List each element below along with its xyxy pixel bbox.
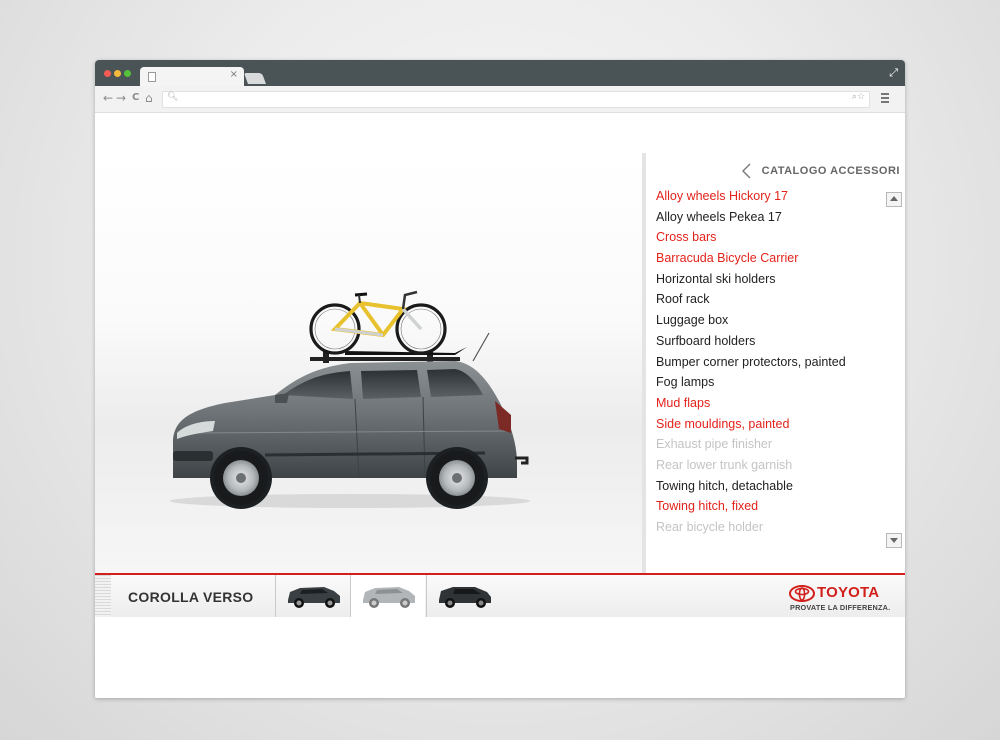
home-button[interactable]: ⌂ [145, 91, 153, 105]
panel-title: CATALOGO ACCESSORI [761, 164, 900, 177]
scroll-up-button[interactable] [886, 192, 902, 207]
stripes-decoration [95, 575, 111, 617]
scroll-down-button[interactable] [886, 533, 902, 548]
accessory-item[interactable]: Towing hitch, fixed [656, 496, 871, 517]
browser-window: × ⤢ ← → C ⌂ 🔍︎ ⌕☆ CATALOGO ACCESSORI All… [95, 60, 905, 698]
browser-tab[interactable]: × [140, 67, 244, 86]
back-button[interactable]: ← [103, 91, 113, 105]
accessory-item[interactable]: Alloy wheels Pekea 17 [656, 207, 871, 228]
toyota-emblem-icon [789, 585, 815, 602]
new-tab-button[interactable] [243, 73, 267, 84]
fullscreen-icon[interactable]: ⤢ [889, 66, 898, 80]
address-bar[interactable]: 🔍︎ ⌕☆ [162, 91, 870, 108]
menu-icon[interactable] [881, 93, 889, 105]
thumb-silver-suv[interactable] [351, 575, 425, 617]
arrow-up-icon [890, 196, 898, 201]
accessory-item[interactable]: Cross bars [656, 227, 871, 248]
accessories-list: Alloy wheels Hickory 17 Alloy wheels Peke… [656, 186, 871, 546]
browser-toolbar: ← → C ⌂ 🔍︎ ⌕☆ [95, 86, 905, 113]
accessory-item: Rear bicycle holder [656, 520, 763, 534]
accessory-item[interactable]: Side mouldings, painted [656, 414, 871, 435]
maximize-window-button[interactable] [124, 70, 131, 77]
minimize-window-button[interactable] [114, 70, 121, 77]
thumb-dark-suv[interactable] [276, 575, 350, 617]
accessory-item[interactable]: Mud flaps [656, 393, 871, 414]
panel-header[interactable]: CATALOGO ACCESSORI [742, 162, 900, 179]
model-name: COROLLA VERSO [128, 589, 254, 605]
toyota-logo[interactable]: TOYOTA PROVATE LA DIFFERENZA. [789, 584, 897, 614]
accessory-item[interactable]: Towing hitch, detachable [656, 476, 871, 497]
accessory-item: Rear lower trunk garnish [656, 457, 793, 472]
accessory-item[interactable]: Horizontal ski holders [656, 269, 871, 290]
suv-thumbnail-image [363, 587, 415, 608]
title-bar: × ⤢ [95, 60, 905, 86]
brand-slogan: PROVATE LA DIFFERENZA. [790, 603, 891, 612]
car-stage [95, 153, 642, 573]
reload-button[interactable]: C [132, 91, 139, 105]
model-bar: COROLLA VERSO TOYOTA PROVATE LA DIFFEREN… [95, 575, 905, 617]
accessory-item[interactable]: Barracuda Bicycle Carrier [656, 248, 871, 269]
page-icon [148, 72, 156, 82]
suv-thumbnail-image [288, 587, 340, 608]
accessory-item[interactable]: Fog lamps [656, 372, 871, 393]
back-arrow-icon[interactable] [742, 163, 751, 179]
accessory-item[interactable]: Luggage box [656, 310, 871, 331]
brand-name: TOYOTA [817, 584, 880, 601]
accessory-item[interactable]: Bumper corner protectors, painted [656, 352, 871, 373]
bookmark-star-icon[interactable]: ⌕☆ [852, 92, 865, 102]
forward-button[interactable]: → [116, 91, 126, 105]
accessory-item[interactable]: Surfboard holders [656, 331, 871, 352]
accessory-item[interactable]: Roof rack [656, 289, 871, 310]
suv-thumbnail-image [439, 587, 491, 608]
accessory-item: Exhaust pipe finisher [656, 437, 773, 452]
car-illustration [170, 290, 530, 509]
arrow-down-icon [890, 538, 898, 543]
close-window-button[interactable] [104, 70, 111, 77]
search-icon: 🔍︎ [167, 92, 179, 102]
accessory-item[interactable]: Alloy wheels Hickory 17 [656, 186, 871, 207]
car-with-bicycle-image [155, 283, 545, 518]
thumb-dark-suv-2[interactable] [427, 575, 501, 617]
page-content: CATALOGO ACCESSORI Alloy wheels Hickory … [95, 113, 905, 698]
accessories-panel: CATALOGO ACCESSORI Alloy wheels Hickory … [642, 153, 905, 573]
tab-close-icon[interactable]: × [230, 69, 238, 80]
